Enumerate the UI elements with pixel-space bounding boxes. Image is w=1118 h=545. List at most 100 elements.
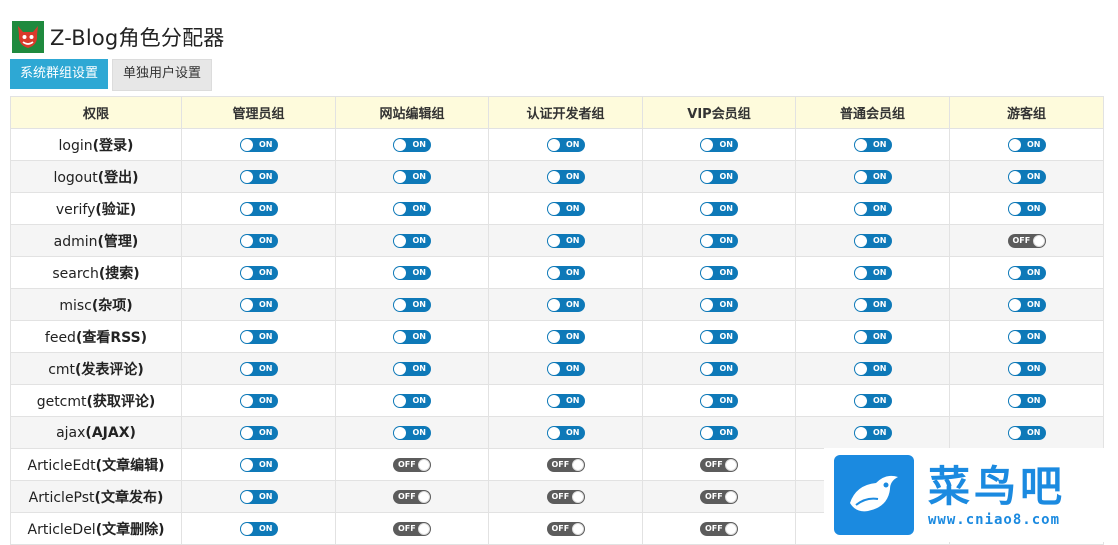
toggle-switch-on[interactable]: ON bbox=[239, 265, 278, 280]
toggle-switch-on[interactable]: ON bbox=[239, 169, 278, 184]
toggle-switch-on[interactable]: ON bbox=[393, 361, 431, 376]
toggle-switch-on[interactable]: ON bbox=[393, 201, 431, 216]
toggle-switch-on[interactable]: ON bbox=[700, 297, 738, 312]
toggle-switch-on[interactable]: ON bbox=[393, 265, 431, 280]
toggle-switch-on[interactable]: ON bbox=[1007, 297, 1046, 312]
toggle-switch-on[interactable]: ON bbox=[546, 393, 585, 408]
page-title: Z-Blog角色分配器 bbox=[50, 26, 225, 50]
toggle-switch-on[interactable]: ON bbox=[239, 233, 278, 248]
toggle-switch-on[interactable]: ON bbox=[700, 425, 738, 440]
toggle-switch-on[interactable]: ON bbox=[1007, 393, 1046, 408]
toggle-switch-on[interactable]: ON bbox=[1007, 361, 1046, 376]
toggle-label: ON bbox=[719, 395, 734, 405]
toggle-switch-on[interactable]: ON bbox=[700, 393, 738, 408]
toggle-switch-on[interactable]: ON bbox=[853, 297, 892, 312]
toggle-knob bbox=[725, 490, 737, 503]
toggle-switch-on[interactable]: ON bbox=[393, 297, 431, 312]
toggle-switch-on[interactable]: ON bbox=[393, 393, 431, 408]
toggle-switch-on[interactable]: ON bbox=[239, 297, 278, 312]
toggle-switch-off[interactable]: OFF bbox=[546, 489, 585, 504]
toggle-label: ON bbox=[412, 299, 427, 309]
toggle-switch-off[interactable]: OFF bbox=[546, 457, 585, 472]
toggle-switch-on[interactable]: ON bbox=[546, 361, 585, 376]
permission-name: logout bbox=[53, 169, 98, 186]
toggle-switch-on[interactable]: ON bbox=[700, 233, 738, 248]
toggle-knob bbox=[394, 170, 406, 183]
toggle-switch-on[interactable]: ON bbox=[393, 137, 431, 152]
toggle-knob bbox=[854, 426, 867, 439]
toggle-switch-on[interactable]: ON bbox=[239, 457, 278, 472]
toggle-switch-off[interactable]: OFF bbox=[700, 457, 738, 472]
toggle-switch-on[interactable]: ON bbox=[393, 329, 431, 344]
toggle-switch-on[interactable]: ON bbox=[1007, 169, 1046, 184]
toggle-switch-on[interactable]: ON bbox=[1007, 329, 1046, 344]
toggle-switch-on[interactable]: ON bbox=[853, 169, 892, 184]
toggle-cell: ON bbox=[488, 288, 643, 321]
toggle-switch-on[interactable]: ON bbox=[853, 233, 892, 248]
toggle-switch-on[interactable]: ON bbox=[239, 329, 278, 344]
toggle-cell: ON bbox=[642, 288, 796, 321]
toggle-switch-on[interactable]: ON bbox=[239, 361, 278, 376]
toggle-switch-on[interactable]: ON bbox=[239, 137, 278, 152]
toggle-cell: ON bbox=[795, 192, 950, 225]
bird-logo-icon bbox=[834, 455, 914, 535]
toggle-switch-on[interactable]: ON bbox=[700, 329, 738, 344]
toggle-switch-on[interactable]: ON bbox=[700, 169, 738, 184]
toggle-knob bbox=[547, 330, 560, 343]
toggle-switch-on[interactable]: ON bbox=[853, 425, 892, 440]
watermark-brand: 菜鸟吧 bbox=[928, 462, 1067, 511]
toggle-switch-on[interactable]: ON bbox=[546, 329, 585, 344]
toggle-switch-on[interactable]: ON bbox=[853, 393, 892, 408]
toggle-switch-on[interactable]: ON bbox=[393, 425, 431, 440]
toggle-switch-off[interactable]: OFF bbox=[393, 521, 431, 536]
toggle-cell: ON bbox=[181, 128, 336, 161]
toggle-switch-off[interactable]: OFF bbox=[1007, 233, 1046, 248]
toggle-switch-on[interactable]: ON bbox=[700, 361, 738, 376]
toggle-switch-on[interactable]: ON bbox=[1007, 201, 1046, 216]
permission-name: cmt bbox=[48, 361, 76, 378]
permission-description: (获取评论) bbox=[86, 393, 156, 410]
toggle-switch-on[interactable]: ON bbox=[393, 169, 431, 184]
toggle-switch-on[interactable]: ON bbox=[1007, 425, 1046, 440]
toggle-knob bbox=[854, 394, 867, 407]
toggle-switch-off[interactable]: OFF bbox=[393, 457, 431, 472]
tab-system-groups[interactable]: 系统群组设置 bbox=[10, 59, 109, 89]
toggle-switch-on[interactable]: ON bbox=[546, 265, 585, 280]
toggle-switch-on[interactable]: ON bbox=[700, 201, 738, 216]
permission-cell: verify(验证) bbox=[10, 192, 182, 225]
toggle-knob bbox=[854, 362, 867, 375]
toggle-switch-on[interactable]: ON bbox=[1007, 265, 1046, 280]
toggle-switch-on[interactable]: ON bbox=[853, 329, 892, 344]
toggle-switch-on[interactable]: ON bbox=[1007, 137, 1046, 152]
toggle-switch-on[interactable]: ON bbox=[700, 265, 738, 280]
toggle-label: ON bbox=[259, 139, 273, 149]
toggle-switch-off[interactable]: OFF bbox=[546, 521, 585, 536]
toggle-knob bbox=[240, 426, 253, 439]
toggle-switch-off[interactable]: OFF bbox=[393, 489, 431, 504]
toggle-switch-on[interactable]: ON bbox=[239, 521, 278, 536]
tab-individual-users[interactable]: 单独用户设置 bbox=[112, 59, 213, 91]
toggle-switch-on[interactable]: ON bbox=[239, 489, 278, 504]
toggle-switch-off[interactable]: OFF bbox=[700, 489, 738, 504]
toggle-switch-on[interactable]: ON bbox=[546, 425, 585, 440]
toggle-switch-on[interactable]: ON bbox=[546, 137, 585, 152]
toggle-switch-on[interactable]: ON bbox=[393, 233, 431, 248]
toggle-switch-on[interactable]: ON bbox=[853, 137, 892, 152]
toggle-switch-on[interactable]: ON bbox=[546, 233, 585, 248]
toggle-knob bbox=[1008, 170, 1021, 183]
toggle-switch-on[interactable]: ON bbox=[853, 361, 892, 376]
toggle-switch-on[interactable]: ON bbox=[546, 169, 585, 184]
toggle-switch-on[interactable]: ON bbox=[546, 201, 585, 216]
toggle-knob bbox=[854, 138, 867, 151]
toggle-switch-off[interactable]: OFF bbox=[700, 521, 738, 536]
toggle-switch-on[interactable]: ON bbox=[546, 297, 585, 312]
toggle-switch-on[interactable]: ON bbox=[853, 201, 892, 216]
toggle-switch-on[interactable]: ON bbox=[700, 137, 738, 152]
toggle-switch-on[interactable]: ON bbox=[239, 425, 278, 440]
toggle-cell: ON bbox=[181, 224, 336, 257]
toggle-switch-on[interactable]: ON bbox=[239, 201, 278, 216]
toggle-switch-on[interactable]: ON bbox=[853, 265, 892, 280]
toggle-knob bbox=[571, 522, 584, 535]
toggle-switch-on[interactable]: ON bbox=[239, 393, 278, 408]
table-row: login(登录) ON ON ON ON ON ON bbox=[10, 128, 1104, 161]
